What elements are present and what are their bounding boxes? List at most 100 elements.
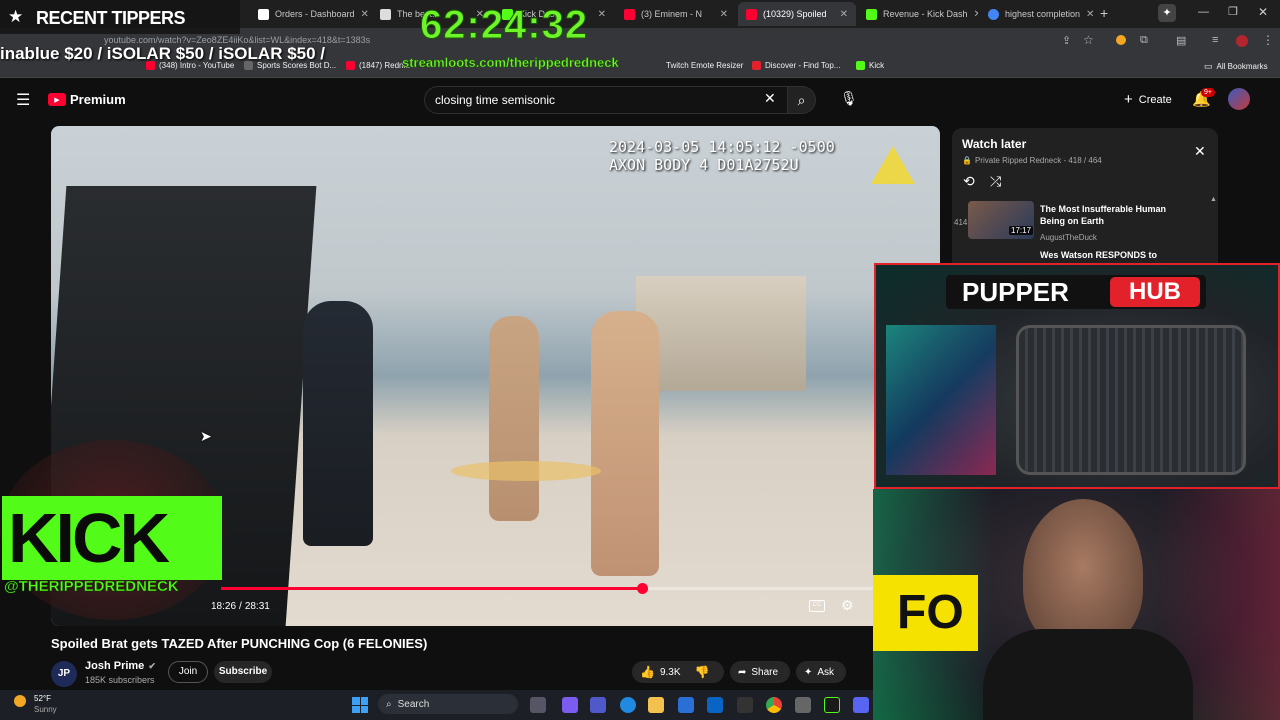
all-bookmarks[interactable]: ▭ All Bookmarks: [1204, 61, 1268, 72]
weather-sun-icon[interactable]: [14, 695, 26, 707]
pupper-cam: PUPPER HUB: [874, 263, 1280, 489]
person-figure: [591, 311, 659, 576]
close-playlist-icon[interactable]: ✕: [1194, 143, 1206, 160]
outlook-icon[interactable]: [707, 697, 723, 713]
scroll-up-icon[interactable]: ▲: [1210, 196, 1217, 203]
account-avatar[interactable]: [1228, 88, 1250, 110]
discover-icon: [752, 61, 761, 70]
maximize-icon[interactable]: ❐: [1228, 5, 1238, 18]
folder-icon: ▭: [1204, 61, 1213, 71]
discord-icon[interactable]: [853, 697, 869, 713]
join-button[interactable]: Join: [168, 661, 208, 683]
captions-icon[interactable]: CC: [809, 600, 825, 612]
like-dislike-group: 👍 9.3K 👎: [632, 661, 724, 683]
ask-button[interactable]: ✦ Ask: [796, 661, 846, 683]
extensions-puzzle-icon[interactable]: ⧉: [1140, 34, 1148, 47]
browser-tab-revenue[interactable]: Revenue - Kick Dash ✕: [858, 2, 978, 26]
bookmark-discover[interactable]: Discover - Find Top...: [752, 61, 840, 70]
store-icon[interactable]: [678, 697, 694, 713]
playlist-item-index: 414: [954, 218, 968, 227]
subathon-timer: 62:24:32: [419, 3, 589, 48]
teams-icon[interactable]: [590, 697, 606, 713]
menu-lines-icon[interactable]: ≡: [1212, 34, 1218, 46]
share-icon: ➦: [738, 666, 747, 678]
person-figure: [489, 316, 539, 521]
progress-scrubber[interactable]: [637, 583, 649, 594]
subscriber-count: 185K subscribers: [85, 675, 155, 685]
profile-avatar-icon[interactable]: [1236, 35, 1248, 47]
taskbar-search[interactable]: ⌕ Search: [378, 694, 518, 714]
bookmark-redn[interactable]: (1847) Redn...: [346, 61, 410, 70]
mouse-cursor-icon: ➤: [200, 428, 212, 444]
search-button[interactable]: ⌕: [788, 86, 816, 114]
app-icon[interactable]: [795, 697, 811, 713]
playlist-item-title[interactable]: Wes Watson RESPONDS to: [1040, 250, 1157, 260]
edge-icon[interactable]: [620, 697, 636, 713]
close-tab-icon[interactable]: ✕: [361, 9, 369, 20]
dislike-icon[interactable]: 👎: [695, 665, 710, 679]
tab-favicon-icon: [746, 8, 757, 20]
hamburger-menu-icon[interactable]: ☰: [16, 90, 30, 110]
microphone-icon[interactable]: 🎙: [840, 90, 858, 107]
browser-tab-eminem[interactable]: (3) Eminem - N ✕: [616, 2, 736, 26]
loop-icon[interactable]: ⟲: [963, 173, 975, 190]
clear-search-icon[interactable]: ✕: [764, 90, 776, 107]
subscribe-button[interactable]: Subscribe: [214, 661, 272, 683]
browser-tab-spoiled[interactable]: (10329) Spoiled ✕: [738, 2, 856, 26]
extension-icon[interactable]: [1116, 35, 1126, 45]
bookmark-kick[interactable]: Kick: [856, 61, 884, 70]
terminal-icon[interactable]: [824, 697, 840, 713]
cast-icon[interactable]: ⇪: [1062, 34, 1071, 47]
time-total: 28:31: [244, 601, 270, 612]
logo-text: Premium: [70, 92, 126, 107]
chrome-icon[interactable]: [766, 697, 782, 713]
browser-menu-icon[interactable]: ⋮: [1262, 33, 1274, 47]
search-input[interactable]: closing time semisonic: [424, 86, 788, 114]
sparkle-icon[interactable]: ✦: [1158, 4, 1176, 22]
shuffle-icon[interactable]: ⤮: [990, 173, 1001, 190]
playlist-item-title[interactable]: The Most Insufferable Human Being on Ear…: [1040, 203, 1190, 227]
channel-avatar[interactable]: JP: [51, 661, 77, 687]
close-tab-icon[interactable]: ✕: [840, 9, 848, 20]
file-explorer-icon[interactable]: [648, 697, 664, 713]
like-icon[interactable]: 👍: [640, 665, 655, 679]
new-tab-button[interactable]: +: [1100, 5, 1108, 21]
bookmark-emote-resizer[interactable]: Twitch Emote Resizer: [666, 61, 743, 70]
task-view-icon[interactable]: [530, 697, 546, 713]
like-count: 9.3K: [659, 666, 681, 678]
create-label: Create: [1138, 93, 1172, 106]
create-button[interactable]: + Create: [1124, 91, 1172, 108]
sparkle-icon: ✦: [804, 666, 813, 678]
channel-name[interactable]: Josh Prime ✔: [85, 660, 156, 672]
browser-tab-completion[interactable]: highest completion ✕: [980, 2, 1096, 26]
hub-label: HUB: [1110, 277, 1200, 307]
time-separator: /: [239, 601, 242, 612]
copilot-icon[interactable]: [562, 697, 578, 713]
close-window-icon[interactable]: ✕: [1258, 5, 1268, 19]
taskbar-search-label: Search: [397, 698, 430, 710]
close-tab-icon[interactable]: ✕: [598, 9, 606, 20]
settings-gear-icon[interactable]: ⚙: [841, 597, 854, 614]
background-buildings: [636, 276, 806, 391]
close-tab-icon[interactable]: ✕: [1086, 9, 1094, 20]
kick-logo-text: KICK: [8, 499, 170, 577]
lock-icon: 🔒: [962, 156, 972, 165]
browser-tab-orders[interactable]: Orders - Dashboard ✕: [250, 2, 370, 26]
windows-start-icon[interactable]: [352, 697, 368, 713]
bookmark-star-icon[interactable]: ☆: [1083, 33, 1094, 47]
obs-icon[interactable]: [737, 697, 753, 713]
close-tab-icon[interactable]: ✕: [974, 9, 978, 20]
minimize-icon[interactable]: —: [1198, 6, 1209, 18]
youtube-icon: [346, 61, 355, 70]
sidepanel-icon[interactable]: ▤: [1176, 34, 1186, 47]
youtube-logo[interactable]: ▶ Premium: [48, 92, 126, 107]
time-current: 18:26: [211, 601, 237, 612]
tab-favicon-icon: [624, 8, 635, 20]
streamloots-link: streamloots.com/therippedredneck: [402, 55, 619, 70]
playlist-subtitle: 🔒 Private Ripped Redneck - 418 / 464: [962, 156, 1102, 165]
playlist-title[interactable]: Watch later: [962, 137, 1026, 151]
tab-favicon-icon: [988, 8, 999, 20]
share-button[interactable]: ➦ Share: [730, 661, 790, 683]
close-tab-icon[interactable]: ✕: [720, 9, 728, 20]
pupper-hub-label: PUPPER: [962, 277, 1069, 307]
